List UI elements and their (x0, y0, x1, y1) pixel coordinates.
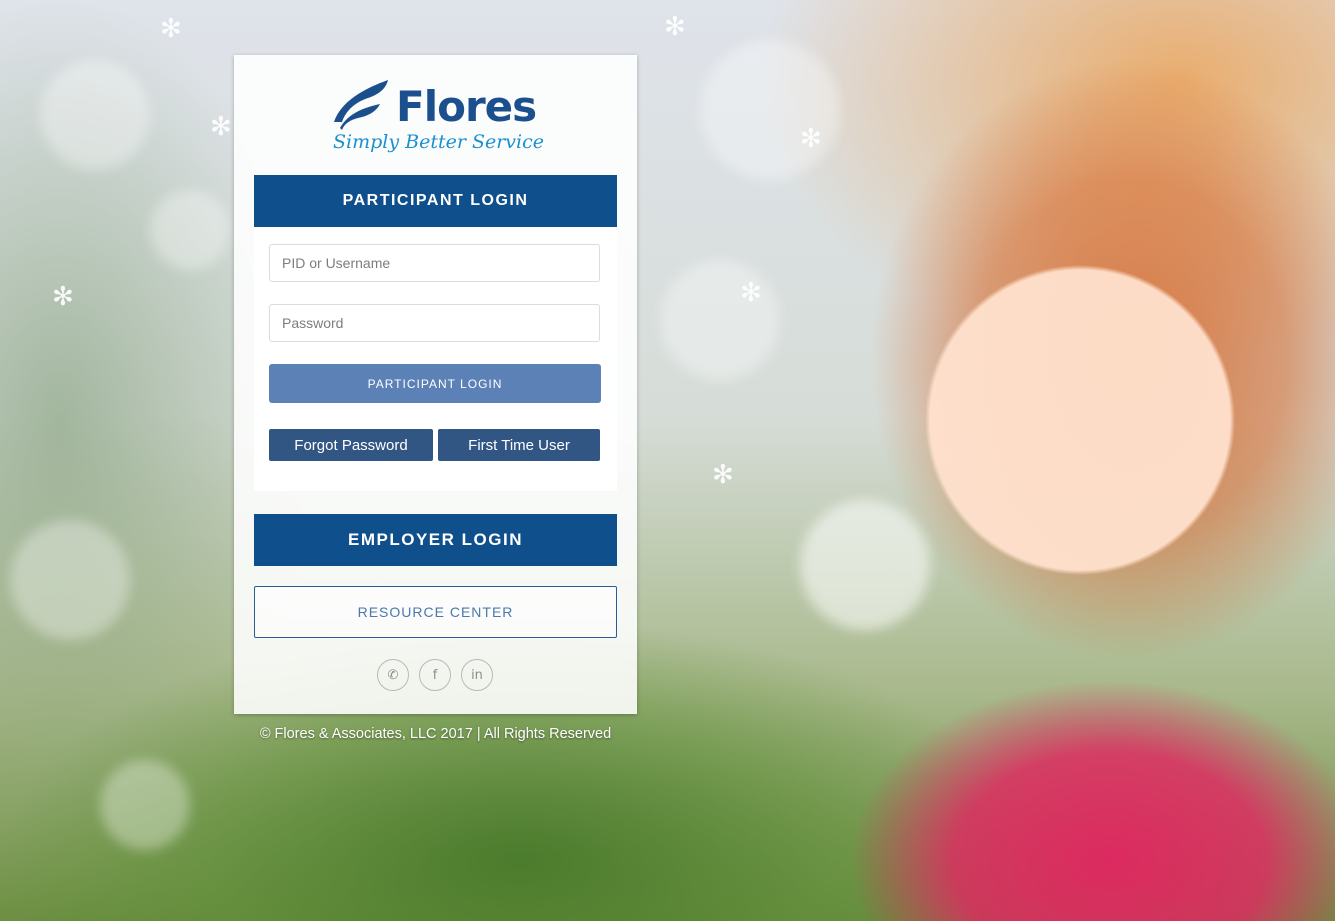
linkedin-icon[interactable]: in (461, 659, 493, 691)
bokeh-light (40, 60, 150, 170)
dandelion-seed-icon: ✻ (160, 14, 182, 44)
dandelion-seed-icon: ✻ (712, 460, 734, 490)
dandelion-seed-icon: ✻ (800, 124, 822, 154)
facebook-icon[interactable]: f (419, 659, 451, 691)
dandelion-seed-icon: ✻ (52, 282, 74, 312)
background-photo (0, 0, 1335, 921)
phone-icon[interactable]: ✆ (377, 659, 409, 691)
username-input[interactable] (269, 244, 600, 282)
first-time-user-button[interactable]: First Time User (438, 429, 600, 461)
employer-login-button[interactable]: EMPLOYER LOGIN (254, 514, 617, 566)
bokeh-light (10, 520, 130, 640)
dandelion-seed-icon: ✻ (740, 278, 762, 308)
participant-login-button[interactable]: PARTICIPANT LOGIN (269, 364, 601, 403)
password-input[interactable] (269, 304, 600, 342)
participant-login-header: PARTICIPANT LOGIN (254, 175, 617, 227)
resource-center-button[interactable]: RESOURCE CENTER (254, 586, 617, 638)
brand-tagline: Simply Better Service (333, 131, 545, 153)
dandelion-seed-icon: ✻ (664, 12, 686, 42)
bokeh-light (660, 260, 780, 380)
bokeh-light (150, 190, 230, 270)
forgot-password-button[interactable]: Forgot Password (269, 429, 433, 461)
brand-name: Flores (396, 82, 537, 131)
bokeh-light (800, 500, 930, 630)
copyright-footer: © Flores & Associates, LLC 2017 | All Ri… (259, 726, 612, 742)
bokeh-light (100, 760, 190, 850)
dandelion-seed-icon: ✻ (210, 112, 232, 142)
bokeh-light (700, 40, 840, 180)
